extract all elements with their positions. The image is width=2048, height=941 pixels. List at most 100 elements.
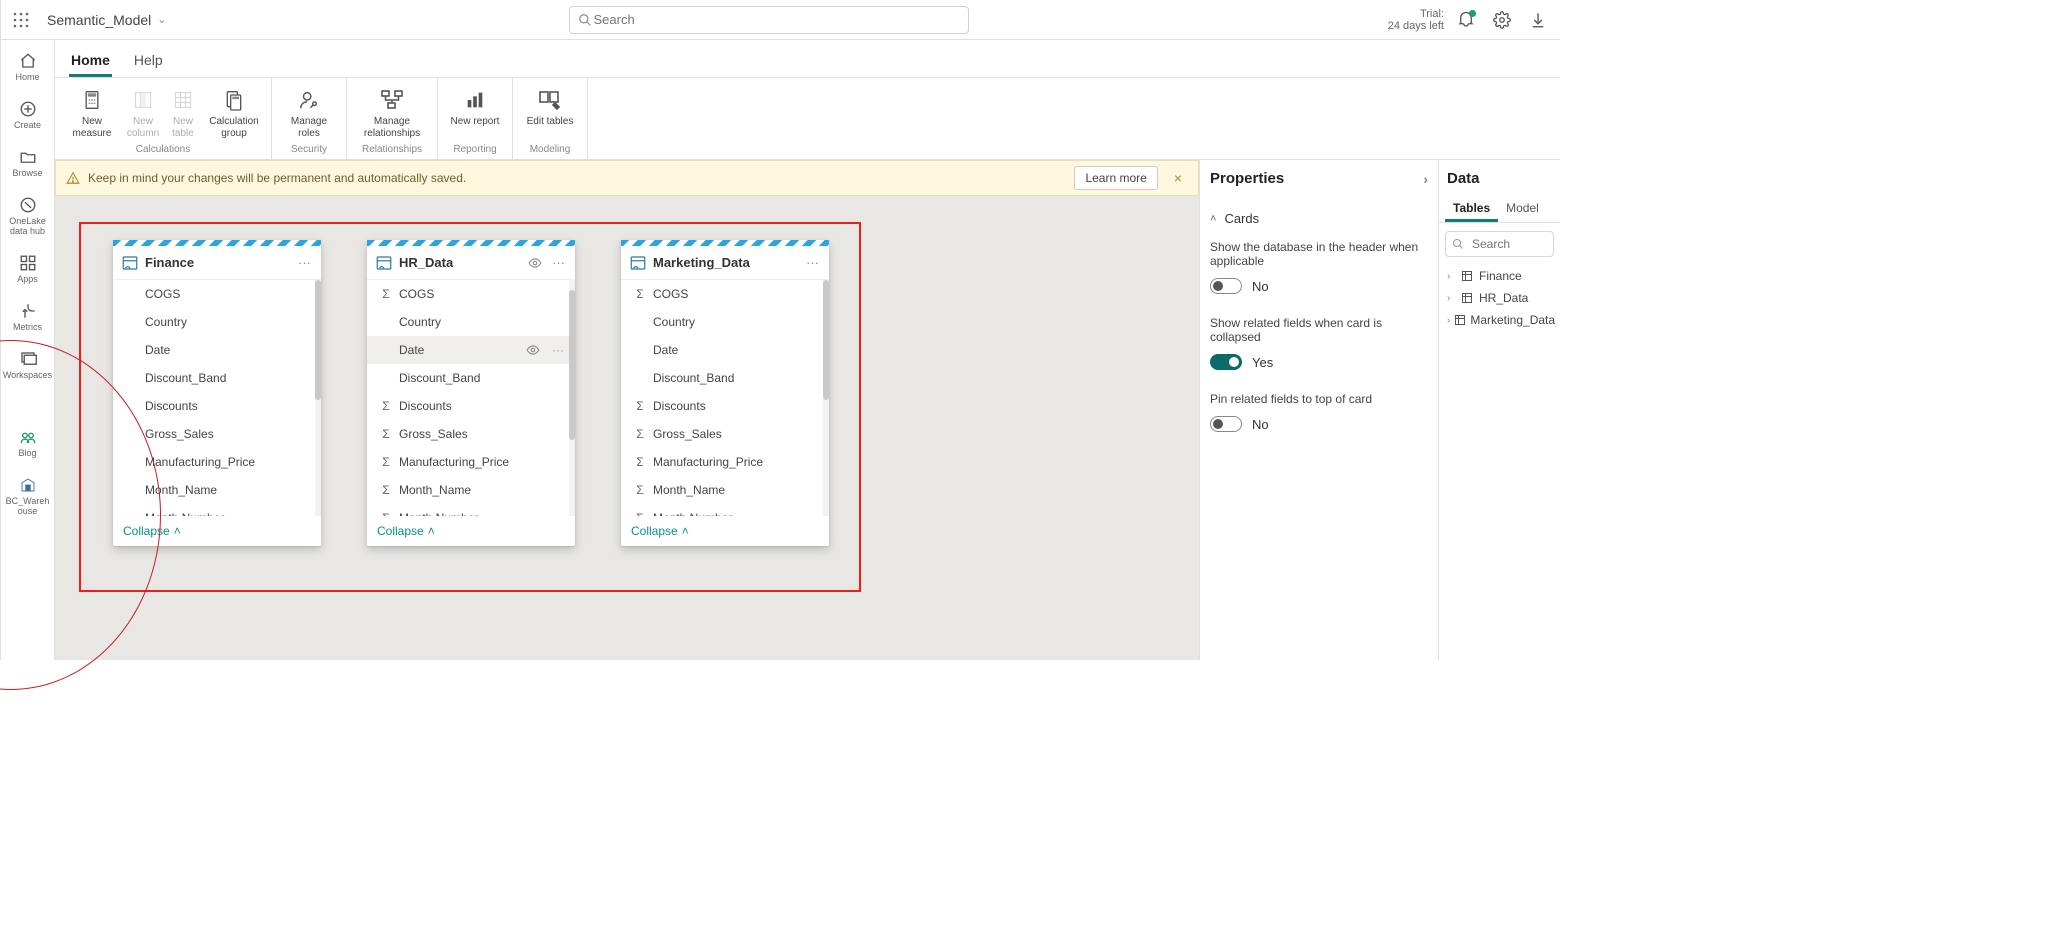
field-row[interactable]: Country: [367, 308, 575, 336]
visibility-icon[interactable]: [523, 343, 543, 357]
edit-tables-button[interactable]: Edit tables: [519, 84, 581, 142]
collapse-link[interactable]: Collapse ˄: [113, 516, 321, 546]
rail-item-workspaces[interactable]: Workspaces: [4, 344, 52, 386]
field-row[interactable]: Σ COGS: [367, 280, 575, 308]
visibility-icon[interactable]: [526, 254, 544, 272]
field-row[interactable]: Month_Name: [113, 476, 321, 504]
tab-home[interactable]: Home: [69, 44, 112, 77]
ribbon-group-security: Manage roles Security: [272, 78, 347, 159]
model-tab[interactable]: Model: [1498, 195, 1547, 222]
card-header[interactable]: Finance ···: [113, 246, 321, 280]
more-icon[interactable]: ···: [550, 253, 567, 272]
field-name: Gross_Sales: [399, 427, 567, 441]
rail-item-browse[interactable]: Browse: [4, 142, 52, 184]
card-header[interactable]: Marketing_Data ···: [621, 246, 829, 280]
notifications-icon[interactable]: [1452, 6, 1480, 34]
new-measure-button[interactable]: New measure: [61, 84, 123, 142]
field-row[interactable]: Σ COGS: [621, 280, 829, 308]
sigma-icon: Σ: [633, 511, 647, 516]
toggle-show-related[interactable]: [1210, 354, 1242, 370]
field-row[interactable]: Σ Month_Name: [367, 476, 575, 504]
field-row[interactable]: Σ Discounts: [621, 392, 829, 420]
field-row[interactable]: Country: [113, 308, 321, 336]
field-row[interactable]: Discount_Band: [113, 364, 321, 392]
learn-more-button[interactable]: Learn more: [1074, 166, 1157, 190]
app-launcher-icon[interactable]: [9, 8, 33, 32]
table-card[interactable]: Marketing_Data ··· Σ COGS Country Date D…: [621, 240, 829, 546]
rail-item-home[interactable]: Home: [4, 46, 52, 88]
global-search[interactable]: [569, 6, 969, 34]
field-row[interactable]: Σ Month Number: [621, 504, 829, 516]
field-row[interactable]: Gross_Sales: [113, 420, 321, 448]
workspace-dropdown[interactable]: Semantic_Model ⌄: [41, 8, 173, 32]
collapse-link[interactable]: Collapse ˄: [621, 516, 829, 546]
field-row[interactable]: Σ Gross_Sales: [367, 420, 575, 448]
ribbon-group-label: Relationships: [362, 142, 422, 157]
field-row[interactable]: Σ Month_Name: [621, 476, 829, 504]
sigma-icon: Σ: [633, 455, 647, 469]
scrollbar[interactable]: [569, 280, 575, 516]
more-icon[interactable]: ···: [804, 253, 821, 272]
close-icon[interactable]: ×: [1168, 166, 1188, 190]
ribbon: New measure New column New: [55, 78, 1560, 160]
data-search-input[interactable]: [1470, 236, 1629, 252]
toggle-value: No: [1252, 279, 1269, 294]
rail-item-onelake[interactable]: OneLake data hub: [4, 190, 52, 242]
field-row[interactable]: Σ Month Number: [367, 504, 575, 516]
field-row[interactable]: Manufacturing_Price: [113, 448, 321, 476]
more-icon[interactable]: ···: [549, 343, 567, 357]
card-header[interactable]: HR_Data ···: [367, 246, 575, 280]
rail-item-apps[interactable]: Apps: [4, 248, 52, 290]
table-icon: [375, 254, 393, 272]
rail-item-create[interactable]: Create: [4, 94, 52, 136]
field-name: Discounts: [653, 399, 821, 413]
cards-section-header[interactable]: ˄ Cards: [1210, 207, 1428, 234]
field-row[interactable]: Discounts: [113, 392, 321, 420]
rail-item-bcwarehouse[interactable]: BC_Wareh ouse: [4, 470, 52, 522]
field-name: Gross_Sales: [653, 427, 821, 441]
data-search[interactable]: [1445, 231, 1554, 257]
tree-table-item[interactable]: › HR_Data: [1443, 287, 1556, 309]
field-row[interactable]: Discount_Band: [367, 364, 575, 392]
field-name: Month_Name: [145, 483, 313, 497]
manage-roles-button[interactable]: Manage roles: [278, 84, 340, 142]
tree-table-item[interactable]: › Finance: [1443, 265, 1556, 287]
model-canvas[interactable]: Finance ··· COGS Country Date Discount_B…: [55, 196, 1199, 660]
sigma-icon: Σ: [379, 483, 393, 497]
data-pane-title: Data: [1439, 160, 1560, 195]
toggle-pin-related[interactable]: [1210, 416, 1242, 432]
manage-relationships-button[interactable]: Manage relationships: [353, 84, 431, 142]
field-row[interactable]: Σ Gross_Sales: [621, 420, 829, 448]
field-row[interactable]: Date: [621, 336, 829, 364]
field-row[interactable]: Σ Discounts: [367, 392, 575, 420]
scrollbar[interactable]: [315, 280, 321, 516]
collapse-pane-icon[interactable]: ›: [1423, 171, 1428, 187]
rail-label: BC_Wareh ouse: [4, 496, 52, 516]
rail-item-blog[interactable]: Blog: [4, 422, 52, 464]
sigma-icon: Σ: [379, 287, 393, 301]
more-icon[interactable]: ···: [296, 253, 313, 272]
collapse-link[interactable]: Collapse ˄: [367, 516, 575, 546]
tree-table-item[interactable]: › Marketing_Data: [1443, 309, 1556, 331]
field-row[interactable]: Date ···: [367, 336, 575, 364]
calculation-group-button[interactable]: Calculation group: [203, 84, 265, 142]
field-row[interactable]: Country: [621, 308, 829, 336]
field-row[interactable]: Σ Manufacturing_Price: [367, 448, 575, 476]
field-row[interactable]: Date: [113, 336, 321, 364]
new-report-button[interactable]: New report: [444, 84, 506, 142]
field-row[interactable]: Σ Manufacturing_Price: [621, 448, 829, 476]
download-icon[interactable]: [1524, 6, 1552, 34]
rail-item-metrics[interactable]: Metrics: [4, 296, 52, 338]
tab-help[interactable]: Help: [132, 44, 165, 77]
field-row[interactable]: Month Number: [113, 504, 321, 516]
workspaces-icon: [19, 350, 37, 368]
scrollbar[interactable]: [823, 280, 829, 516]
table-card[interactable]: HR_Data ··· Σ COGS Country Date ··· Disc…: [367, 240, 575, 546]
global-search-input[interactable]: [592, 11, 960, 28]
field-row[interactable]: COGS: [113, 280, 321, 308]
field-row[interactable]: Discount_Band: [621, 364, 829, 392]
settings-icon[interactable]: [1488, 6, 1516, 34]
toggle-show-database[interactable]: [1210, 278, 1242, 294]
tables-tab[interactable]: Tables: [1445, 195, 1498, 222]
table-card[interactable]: Finance ··· COGS Country Date Discount_B…: [113, 240, 321, 546]
